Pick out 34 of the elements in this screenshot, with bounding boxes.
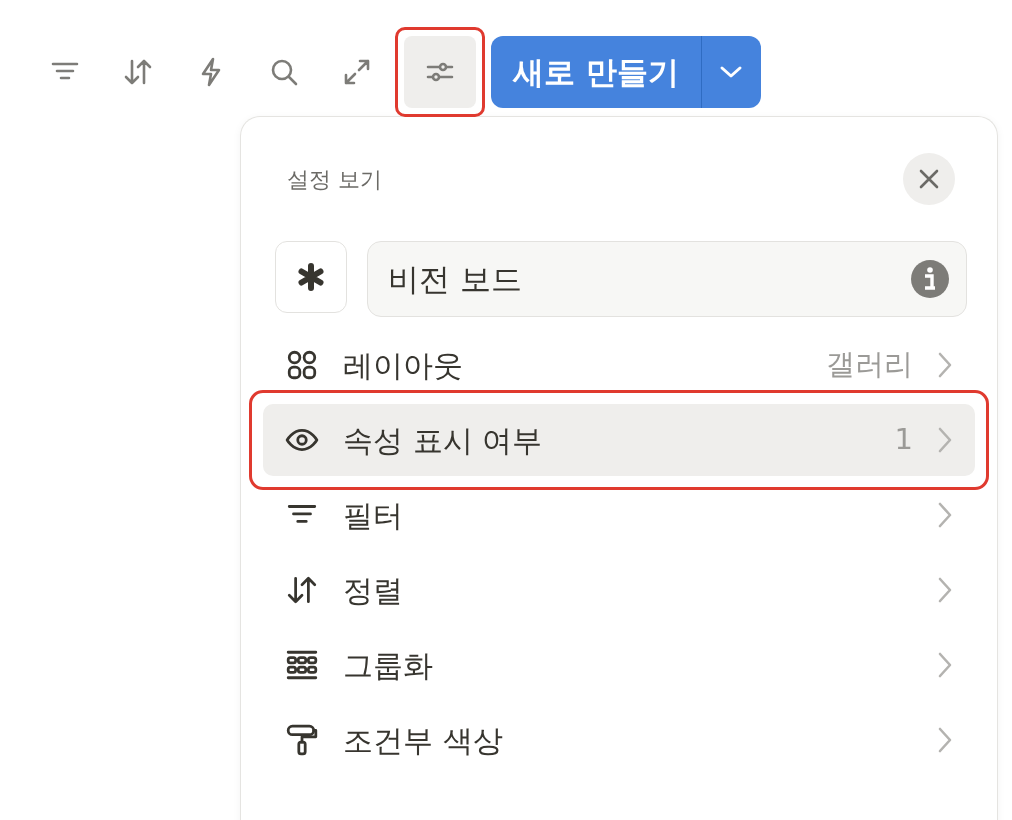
toolbar-button[interactable] [404, 36, 476, 108]
menu-label: 그룹화 [343, 646, 434, 685]
menu-label: 조건부 색상 [343, 721, 504, 760]
paint-roller-icon [285, 723, 319, 757]
info-icon [910, 259, 950, 299]
chevron-right-icon [937, 426, 953, 454]
name-field-box[interactable]: 비전 보드 [367, 241, 967, 317]
dropdown-button[interactable] [700, 36, 761, 108]
menu-label: 레이아웃 [343, 346, 464, 385]
close-icon [918, 168, 940, 190]
layout-icon [285, 348, 319, 382]
chevron-right-icon [937, 726, 953, 754]
menu-label: 속성 표시 여부 [343, 421, 544, 460]
chevron-right-icon [937, 651, 953, 679]
close-button[interactable] [903, 153, 955, 205]
new-button[interactable]: 새로 만들기 [491, 36, 701, 108]
icon-button[interactable] [275, 241, 347, 313]
chevron-right-icon [937, 501, 953, 529]
menu-item[interactable]: 정렬 [263, 554, 975, 626]
chevron-right-icon [937, 576, 953, 604]
menu-item[interactable]: 속성 표시 여부 1 [263, 404, 975, 476]
name-field[interactable]: 비전 보드 [386, 254, 910, 304]
menu-value: 갤러리 [826, 346, 913, 384]
chevron-right-icon [937, 351, 953, 379]
panel-title: 설정 보기 [287, 165, 382, 194]
menu-label: 정렬 [343, 571, 404, 610]
asterisk-icon [296, 262, 326, 292]
menu-item[interactable]: 그룹화 [263, 629, 975, 701]
menu-item[interactable]: 조건부 색상 [263, 704, 975, 776]
menu-item[interactable]: 필터 [263, 479, 975, 551]
menu-value: 1 [894, 421, 913, 459]
menu-label: 필터 [343, 496, 404, 535]
group-icon [285, 648, 319, 682]
menu-item[interactable]: 레이아웃 갤러리 [263, 329, 975, 401]
